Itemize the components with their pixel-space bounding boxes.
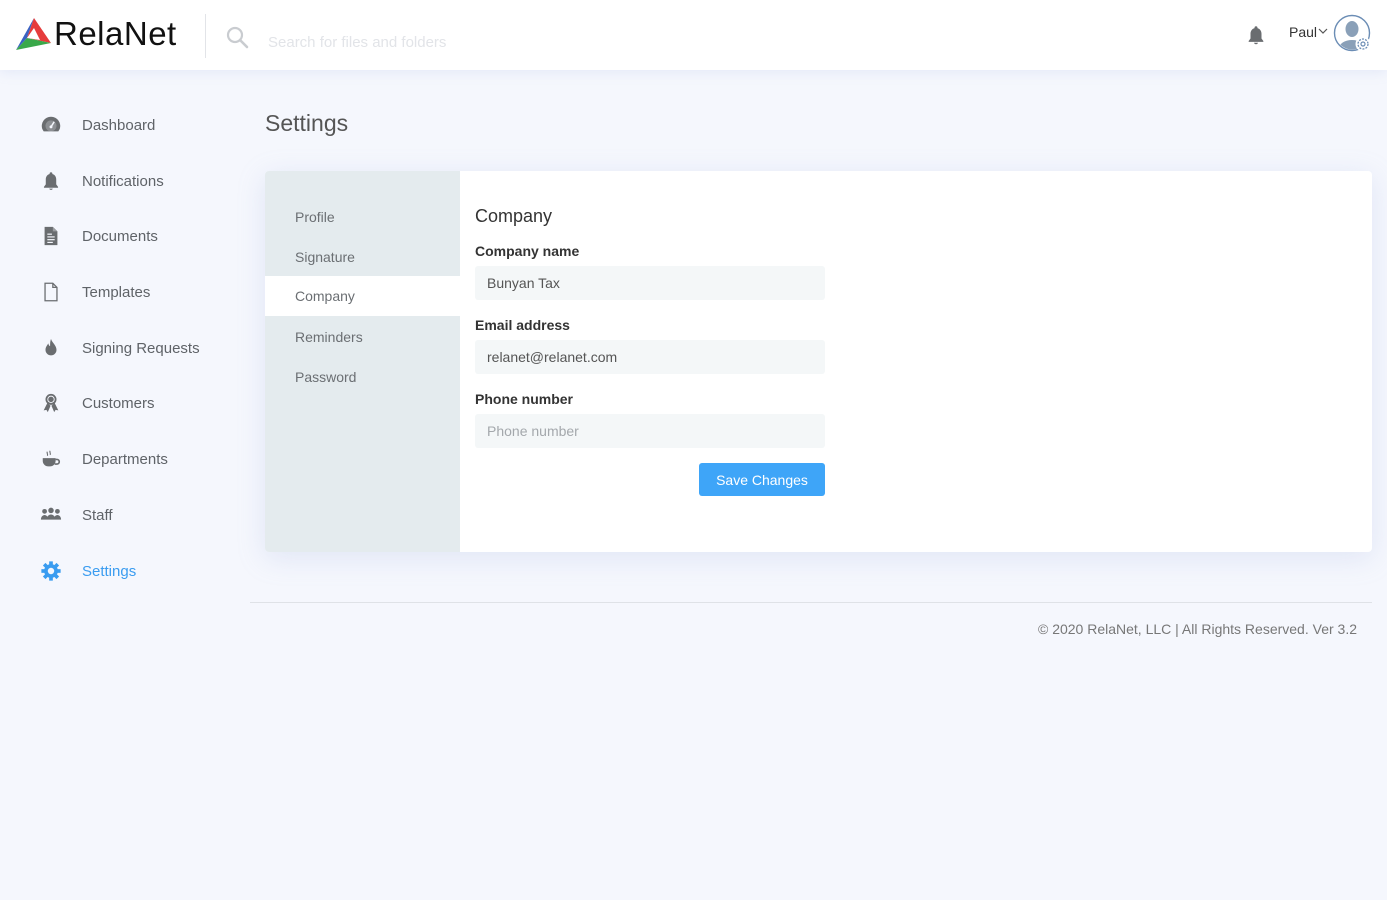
header-divider bbox=[205, 14, 206, 58]
tab-profile[interactable]: Profile bbox=[265, 197, 460, 237]
sidebar-item-label: Departments bbox=[82, 450, 168, 468]
chevron-down-icon[interactable] bbox=[1318, 27, 1328, 35]
sidebar-item-settings[interactable]: Settings bbox=[38, 556, 238, 586]
flame-icon bbox=[38, 335, 64, 361]
dashboard-gauge-icon bbox=[38, 112, 64, 138]
sidebar-item-departments[interactable]: Departments bbox=[38, 444, 238, 474]
company-name-field[interactable] bbox=[475, 266, 825, 300]
save-changes-button[interactable]: Save Changes bbox=[699, 463, 825, 496]
brand-name: RelaNet bbox=[54, 15, 177, 52]
relanet-logo-icon bbox=[16, 18, 51, 50]
group-icon bbox=[38, 502, 64, 528]
footer-divider bbox=[250, 602, 1372, 603]
brand-logo[interactable]: RelaNet bbox=[14, 14, 177, 54]
coffee-cup-icon bbox=[38, 446, 64, 472]
page-title: Settings bbox=[265, 110, 349, 136]
search-icon[interactable] bbox=[225, 25, 249, 49]
search-input[interactable] bbox=[268, 28, 768, 56]
sidebar-item-label: Templates bbox=[82, 283, 151, 301]
blank-file-icon bbox=[38, 279, 64, 305]
sidebar-item-dashboard[interactable]: Dashboard bbox=[38, 110, 238, 140]
phone-number-label: Phone number bbox=[475, 391, 574, 407]
settings-tabs: Profile Signature Company Reminders Pass… bbox=[265, 171, 460, 552]
settings-gear-badge-icon bbox=[1355, 36, 1371, 52]
tab-reminders[interactable]: Reminders bbox=[265, 317, 460, 357]
sidebar-nav: Dashboard Notifications Documents Templa… bbox=[0, 70, 250, 900]
avatar[interactable] bbox=[1333, 14, 1373, 54]
footer-copyright: © 2020 RelaNet, LLC | All Rights Reserve… bbox=[1037, 621, 1357, 637]
award-ribbon-icon bbox=[38, 390, 64, 416]
tab-password[interactable]: Password bbox=[265, 357, 460, 397]
sidebar-item-label: Staff bbox=[82, 506, 113, 524]
gear-icon bbox=[38, 558, 64, 584]
email-field[interactable] bbox=[475, 340, 825, 374]
sidebar-item-label: Dashboard bbox=[82, 116, 156, 134]
sidebar-item-templates[interactable]: Templates bbox=[38, 277, 238, 307]
tab-company[interactable]: Company bbox=[265, 276, 460, 316]
sidebar-item-staff[interactable]: Staff bbox=[38, 500, 238, 530]
bell-icon bbox=[38, 168, 64, 194]
form-title: Company bbox=[475, 206, 553, 226]
sidebar-item-documents[interactable]: Documents bbox=[38, 221, 238, 251]
top-bar: RelaNet Paul bbox=[0, 0, 1387, 70]
user-menu-name[interactable]: Paul bbox=[1289, 24, 1317, 40]
sidebar-item-label: Signing Requests bbox=[82, 339, 200, 357]
email-address-label: Email address bbox=[475, 317, 570, 333]
sidebar-item-notifications[interactable]: Notifications bbox=[38, 166, 238, 196]
sidebar-item-label: Customers bbox=[82, 394, 155, 412]
sidebar-item-label: Notifications bbox=[82, 172, 164, 190]
sidebar-item-label: Settings bbox=[82, 562, 137, 580]
notifications-bell-icon[interactable] bbox=[1245, 24, 1267, 46]
sidebar-item-label: Documents bbox=[82, 227, 158, 245]
sidebar-item-customers[interactable]: Customers bbox=[38, 388, 238, 418]
phone-number-field[interactable] bbox=[475, 414, 825, 448]
document-icon bbox=[38, 223, 64, 249]
settings-card: Profile Signature Company Reminders Pass… bbox=[265, 171, 1372, 552]
sidebar-item-signing-requests[interactable]: Signing Requests bbox=[38, 333, 238, 363]
company-name-label: Company name bbox=[475, 243, 580, 259]
tab-signature[interactable]: Signature bbox=[265, 237, 460, 277]
